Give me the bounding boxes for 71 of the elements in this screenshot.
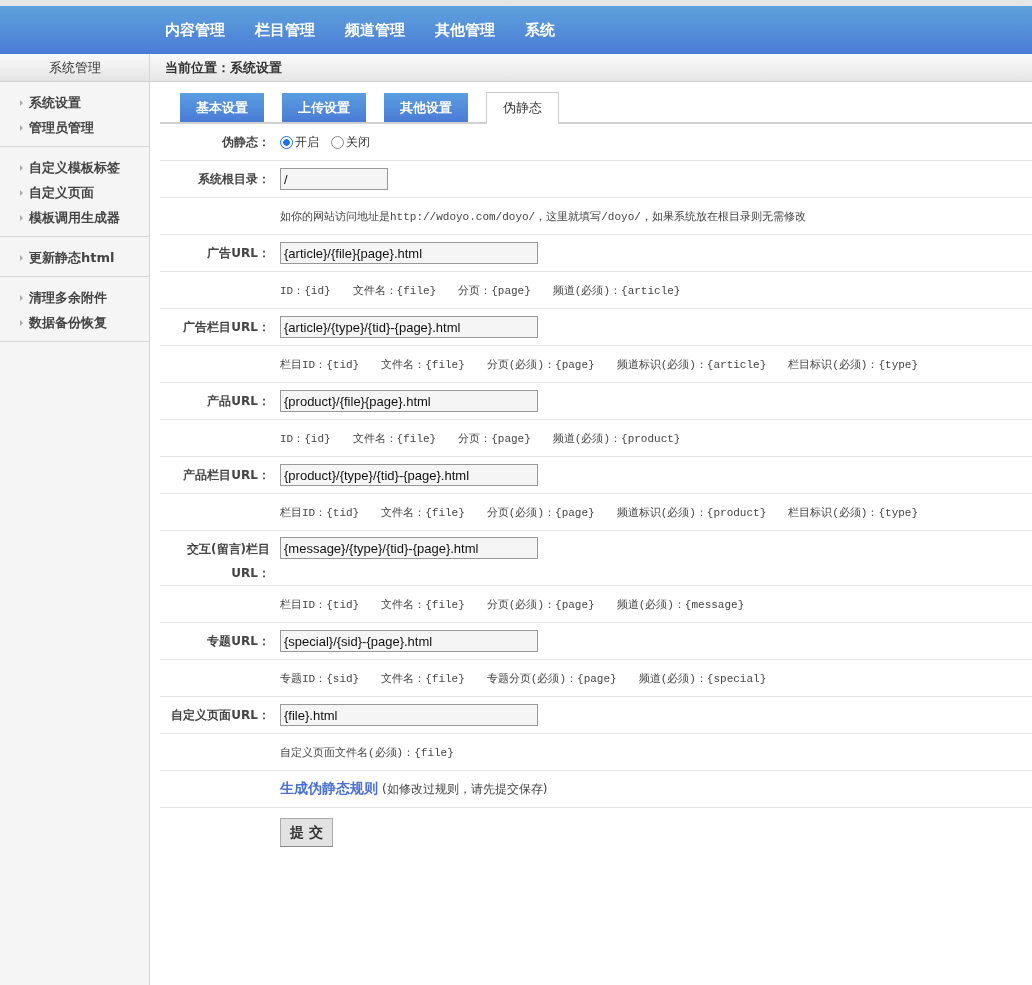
hint-text: 频道标识(必须)：{product} bbox=[616, 505, 767, 520]
hint-text: ID：{id} bbox=[280, 283, 331, 298]
field-label: 产品URL： bbox=[207, 393, 270, 410]
input-field[interactable]: {article}/{file}{page}.html bbox=[280, 242, 538, 264]
input-field[interactable]: {product}/{file}{page}.html bbox=[280, 390, 538, 412]
triangle-icon bbox=[20, 254, 23, 261]
sidebar-title: 系统管理 bbox=[0, 54, 149, 82]
radio-button[interactable] bbox=[280, 135, 293, 149]
hint-text: 专题分页(必须)：{page} bbox=[486, 671, 617, 686]
input-field[interactable]: {message}/{type}/{tid}-{page}.html bbox=[280, 537, 538, 559]
hint-text: 频道(必须)：{article} bbox=[552, 283, 681, 298]
sidebar-item[interactable]: 系统设置 bbox=[0, 90, 81, 115]
input-field[interactable]: {file}.html bbox=[280, 704, 538, 726]
sidebar-item[interactable]: 模板调用生成器 bbox=[0, 205, 120, 230]
hint-text: 分页：{page} bbox=[458, 431, 531, 446]
hint-text: 分页(必须)：{page} bbox=[486, 597, 595, 612]
triangle-icon bbox=[20, 319, 23, 326]
hint-text: 文件名：{file} bbox=[381, 597, 465, 612]
hint-text: 频道(必须)：{special} bbox=[638, 671, 767, 686]
hint-text: 自定义页面文件名(必须)：{file} bbox=[280, 745, 454, 760]
input-field[interactable]: {article}/{type}/{tid}-{page}.html bbox=[280, 316, 538, 338]
field-label: 广告栏目URL： bbox=[183, 319, 270, 336]
input-field[interactable]: / bbox=[280, 168, 388, 190]
sidebar-item[interactable]: 更新静态html bbox=[0, 245, 115, 270]
field-label: 广告URL： bbox=[207, 245, 270, 262]
hint-text: ID：{id} bbox=[280, 431, 331, 446]
field-label: 交互(留言)栏目URL： bbox=[186, 541, 270, 582]
radio-label: 开启 bbox=[295, 133, 319, 151]
hint-text: 分页(必须)：{page} bbox=[486, 357, 595, 372]
field-label: 专题URL： bbox=[207, 633, 270, 650]
sidebar-item[interactable]: 数据备份恢复 bbox=[0, 310, 107, 335]
triangle-icon bbox=[20, 164, 23, 171]
hint-text: 分页：{page} bbox=[458, 283, 531, 298]
hint-text: 文件名：{file} bbox=[352, 283, 437, 298]
triangle-icon bbox=[20, 99, 23, 106]
triangle-icon bbox=[20, 124, 23, 131]
generate-rules-link[interactable]: 生成伪静态规则 bbox=[280, 780, 378, 798]
sidebar-item[interactable]: 自定义页面 bbox=[0, 180, 94, 205]
field-label: 自定义页面URL： bbox=[171, 707, 270, 724]
sidebar-item[interactable]: 自定义模板标签 bbox=[0, 155, 120, 180]
triangle-icon bbox=[20, 189, 23, 196]
hint-text: 栏目ID：{tid} bbox=[280, 357, 360, 372]
hint-text: 栏目ID：{tid} bbox=[280, 597, 360, 612]
hint-text: 栏目ID：{tid} bbox=[280, 505, 360, 520]
breadcrumb: 当前位置：系统设置 bbox=[165, 58, 282, 77]
hint-text: 文件名：{file} bbox=[381, 505, 465, 520]
sidebar-item[interactable]: 清理多余附件 bbox=[0, 285, 107, 310]
tab[interactable]: 伪静态 bbox=[486, 92, 559, 124]
radio-label: 关闭 bbox=[346, 133, 370, 151]
input-field[interactable]: {product}/{type}/{tid}-{page}.html bbox=[280, 464, 538, 486]
sidebar-item[interactable]: 管理员管理 bbox=[0, 115, 94, 140]
hint-text: 栏目标识(必须)：{type} bbox=[788, 357, 919, 372]
hint-text: 频道标识(必须)：{article} bbox=[616, 357, 767, 372]
triangle-icon bbox=[20, 294, 23, 301]
field-label: 系统根目录： bbox=[198, 171, 270, 188]
hint-text: 文件名：{file} bbox=[381, 357, 465, 372]
field-label: 伪静态： bbox=[222, 134, 270, 151]
hint-text: 频道(必须)：{message} bbox=[616, 597, 745, 612]
radio-button[interactable] bbox=[331, 135, 344, 149]
field-label: 产品栏目URL： bbox=[183, 467, 270, 484]
input-field[interactable]: {special}/{sid}-{page}.html bbox=[280, 630, 538, 652]
hint-text: 频道(必须)：{product} bbox=[552, 431, 681, 446]
hint-text: 文件名：{file} bbox=[352, 431, 437, 446]
hint-text: 栏目标识(必须)：{type} bbox=[788, 505, 919, 520]
hint-text: 文件名：{file} bbox=[381, 671, 465, 686]
triangle-icon bbox=[20, 214, 23, 221]
hint-text: 分页(必须)：{page} bbox=[486, 505, 595, 520]
submit-button[interactable]: 提 交 bbox=[280, 818, 333, 847]
hint-text: 如你的网站访问地址是http://wdoyo.com/doyo/，这里就填写/doyo/，如果系统放在根目录则无需修改 bbox=[280, 209, 806, 224]
hint-text: 专题ID：{sid} bbox=[280, 671, 360, 686]
note-text: (如修改过规则，请先提交保存) bbox=[382, 780, 548, 798]
